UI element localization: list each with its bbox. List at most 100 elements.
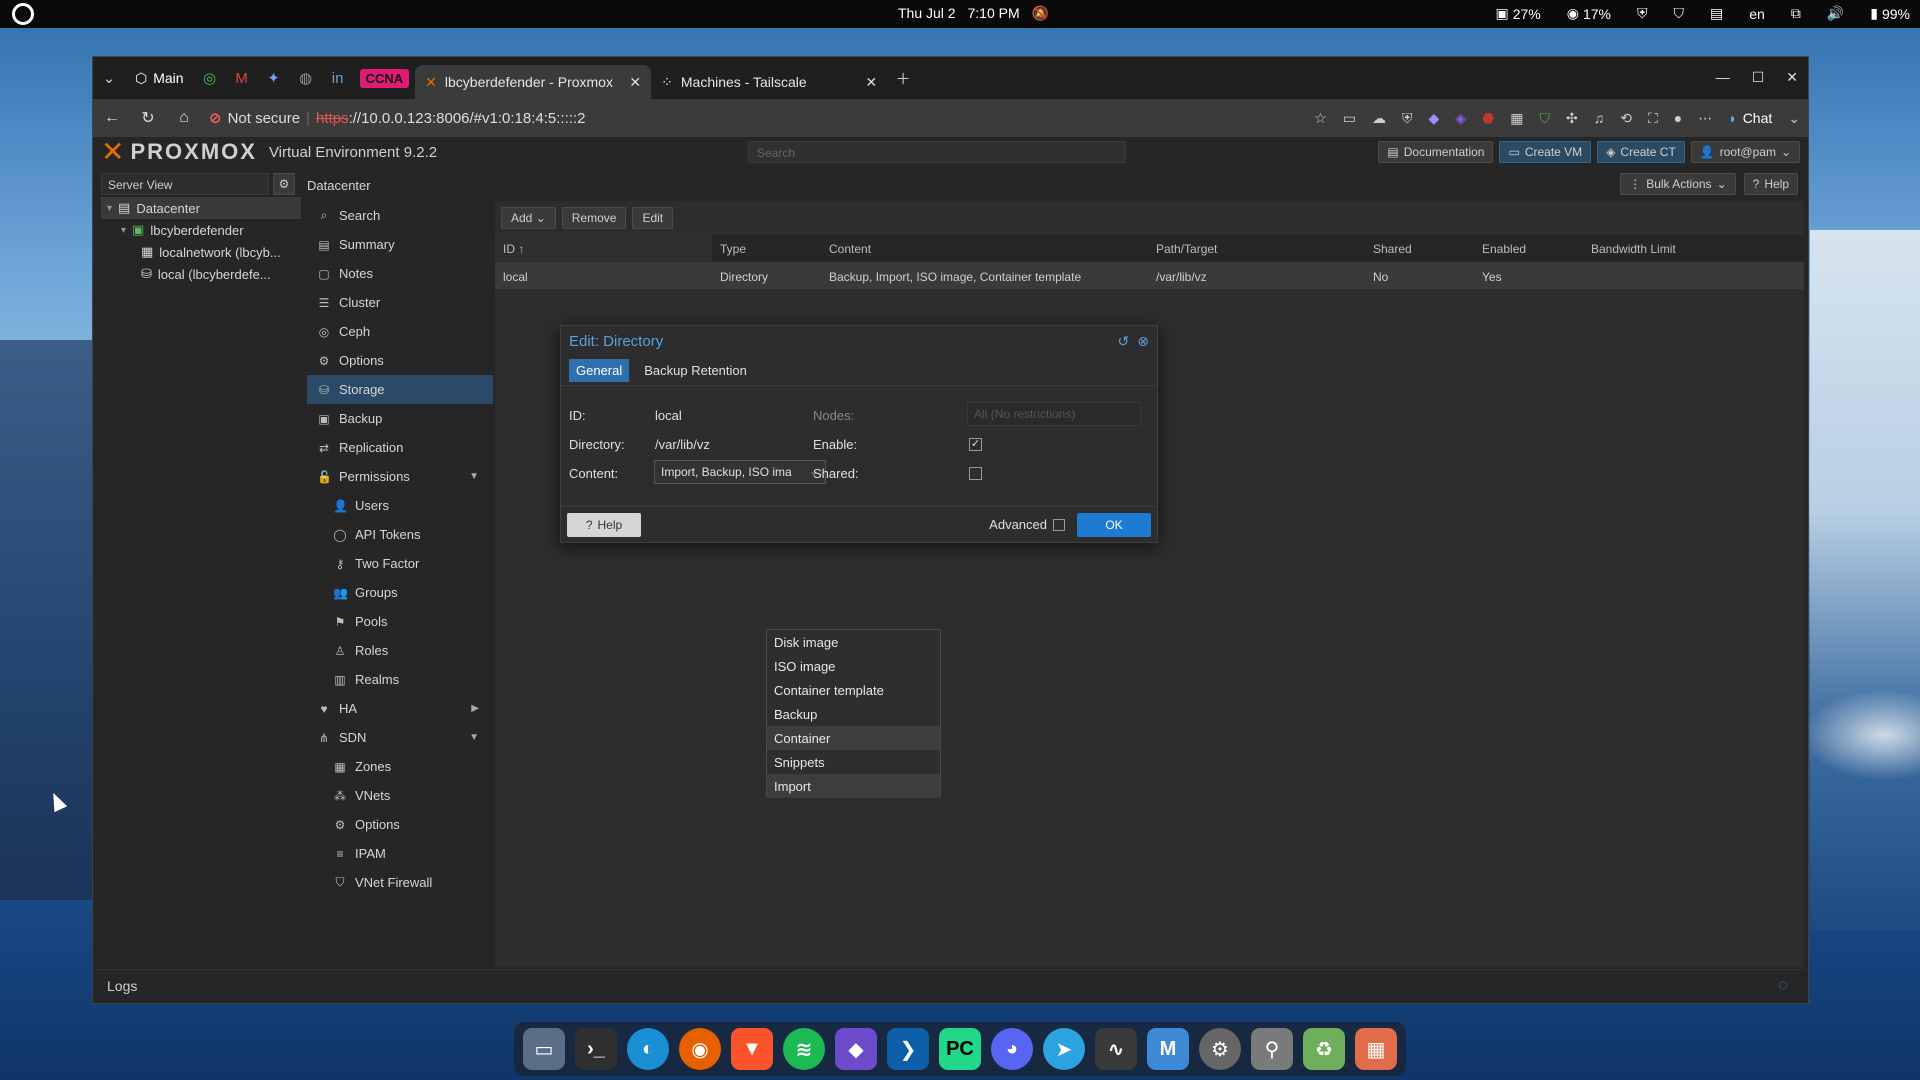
menu-item-realms[interactable]: ▥ Realms	[307, 665, 493, 694]
close-tab-icon[interactable]: ✕	[629, 74, 641, 91]
user-menu-button[interactable]: 👤 root@pam ⌄	[1690, 141, 1800, 163]
col-id[interactable]: ID ↑	[495, 235, 712, 262]
new-tab-plus-icon[interactable]: ＋	[887, 62, 919, 94]
menu-item-cluster[interactable]: ☰ Cluster	[307, 288, 493, 317]
menu-item-ceph[interactable]: ◎ Ceph	[307, 317, 493, 346]
menu-item-two-factor[interactable]: ⚷ Two Factor	[307, 549, 493, 578]
bitwarden-icon[interactable]: ⛨	[1637, 5, 1648, 22]
expand-down-icon[interactable]: ▼	[469, 732, 479, 743]
content-option-iso-image[interactable]: ISO image	[767, 654, 940, 678]
content-option-disk-image[interactable]: Disk image	[767, 630, 940, 654]
usb-icon[interactable]: ⚲	[1251, 1028, 1293, 1070]
content-option-container[interactable]: Container	[767, 726, 940, 750]
messenger-pinned-icon[interactable]: ◍	[290, 62, 322, 94]
home-icon[interactable]: ⌂	[173, 109, 195, 127]
bitwarden-ext-icon[interactable]: ⛨	[1402, 110, 1413, 127]
col-enabled[interactable]: Enabled	[1474, 235, 1583, 262]
files-icon[interactable]: ▭	[523, 1028, 565, 1070]
refresh-icon[interactable]: ◌	[1778, 977, 1788, 995]
col-path[interactable]: Path/Target	[1148, 235, 1365, 262]
stacer-icon[interactable]: M	[1147, 1028, 1189, 1070]
minimize-icon[interactable]: —	[1716, 69, 1730, 86]
col-type[interactable]: Type	[712, 235, 821, 262]
global-search-input[interactable]: Search	[748, 141, 1126, 163]
profile-avatar[interactable]: ●	[1674, 110, 1682, 126]
history-icon[interactable]: ⟲	[1620, 110, 1632, 127]
back-icon[interactable]: ←	[101, 109, 123, 127]
menu-item-vnets[interactable]: ⁂ VNets	[307, 781, 493, 810]
menu-item-permissions[interactable]: 🔓 Permissions ▼	[307, 462, 493, 491]
dialog-help-button[interactable]: ? Help	[567, 513, 641, 537]
tab-proxmox[interactable]: ✕ lbcyberdefender - Proxmox ✕	[415, 65, 652, 99]
close-tab-icon[interactable]: ✕	[865, 74, 877, 91]
tree-storage[interactable]: ⛁ local (lbcyberdefe...	[101, 263, 301, 285]
chat-button[interactable]: ◗ Chat	[1728, 110, 1772, 126]
brave-icon[interactable]: ▼	[731, 1028, 773, 1070]
screenshot-icon[interactable]: ⛶	[1648, 110, 1658, 127]
firefox-icon[interactable]: ◉	[679, 1028, 721, 1070]
mem-indicator[interactable]: ◉ 17%	[1567, 5, 1611, 22]
ublock-ext-icon[interactable]: ⬣	[1482, 110, 1494, 127]
advanced-checkbox[interactable]	[1053, 518, 1065, 531]
menu-item-options[interactable]: ⚙ Options	[307, 346, 493, 375]
content-option-backup[interactable]: Backup	[767, 702, 940, 726]
close-icon[interactable]: ⊗	[1137, 333, 1149, 350]
language-indicator[interactable]: en	[1749, 6, 1765, 22]
clipboard-icon[interactable]: ▤	[1710, 5, 1723, 22]
cloud-icon[interactable]: ☁	[1372, 110, 1386, 127]
system-monitor-icon[interactable]: ∿	[1095, 1028, 1137, 1070]
discord-icon[interactable]: ◕	[991, 1028, 1033, 1070]
linkedin-pinned-icon[interactable]: in	[322, 62, 354, 94]
menu-item-notes[interactable]: ▢ Notes	[307, 259, 493, 288]
advanced-toggle[interactable]: Advanced	[989, 517, 1065, 532]
media-icon[interactable]: ♫	[1594, 110, 1605, 126]
trash-icon[interactable]: ♻	[1303, 1028, 1345, 1070]
ccna-pinned-tab[interactable]: CCNA	[359, 68, 410, 88]
menu-item-sdn[interactable]: ⋔ SDN ▼	[307, 723, 493, 752]
ai-ext-icon[interactable]: ◈	[1455, 110, 1466, 127]
menu-item-ipam[interactable]: ≡ IPAM	[307, 839, 493, 868]
col-bandwidth[interactable]: Bandwidth Limit	[1583, 235, 1804, 262]
wallet-ext-icon[interactable]: ▦	[1510, 110, 1523, 127]
spotify-icon[interactable]: ≋	[783, 1028, 825, 1070]
settings-icon[interactable]: ⚙	[1199, 1028, 1241, 1070]
ok-button[interactable]: OK	[1077, 513, 1151, 537]
close-window-icon[interactable]: ✕	[1786, 69, 1798, 86]
edge-icon[interactable]: ◐	[627, 1028, 669, 1070]
obsidian-icon[interactable]: ◆	[835, 1028, 877, 1070]
proton-ext-icon[interactable]: ◆	[1428, 110, 1439, 127]
shared-checkbox[interactable]	[969, 467, 982, 480]
help-button[interactable]: ? Help	[1743, 173, 1798, 195]
col-content[interactable]: Content	[821, 235, 1148, 262]
col-shared[interactable]: Shared	[1365, 235, 1474, 262]
table-row[interactable]: local Directory Backup, Import, ISO imag…	[495, 263, 1804, 289]
terminal-icon[interactable]: ›_	[575, 1028, 617, 1070]
url-field[interactable]: ⊘ Not secure | https://10.0.0.123:8006/#…	[209, 104, 585, 132]
battery-indicator[interactable]: ▮ 99%	[1870, 5, 1910, 22]
logs-panel[interactable]: Logs ◌	[97, 969, 1804, 1001]
vscode-icon[interactable]: ❯	[887, 1028, 929, 1070]
reload-icon[interactable]: ↻	[137, 108, 159, 128]
menu-item-pools[interactable]: ⚑ Pools	[307, 607, 493, 636]
tab-tailscale[interactable]: ⁘ Machines - Tailscale ✕	[651, 65, 887, 99]
gemini-pinned-icon[interactable]: ✦	[258, 62, 290, 94]
telegram-icon[interactable]: ➤	[1043, 1028, 1085, 1070]
menu-item-replication[interactable]: ⇄ Replication	[307, 433, 493, 462]
content-option-container-template[interactable]: Container template	[767, 678, 940, 702]
more-menu-icon[interactable]: ⋯	[1698, 110, 1712, 127]
menu-item-api-tokens[interactable]: ◯ API Tokens	[307, 520, 493, 549]
chevron-down-icon[interactable]: ⌄	[1788, 110, 1800, 127]
content-select[interactable]: Import, Backup, ISO ima ⌄	[654, 460, 826, 484]
gear-icon[interactable]: ⚙	[273, 173, 295, 195]
cast-icon[interactable]: ▭	[1343, 110, 1356, 127]
workspace-main[interactable]: ⬡ Main	[125, 63, 194, 93]
ubuntu-logo-icon[interactable]	[12, 3, 34, 25]
shield-ext-icon[interactable]: ⛉	[1539, 110, 1550, 127]
content-option-snippets[interactable]: Snippets	[767, 750, 940, 774]
tab-list-chevron-icon[interactable]: ⌄	[93, 62, 125, 94]
menu-item-options[interactable]: ⚙ Options	[307, 810, 493, 839]
maximize-icon[interactable]: ☐	[1752, 69, 1765, 86]
tab-general[interactable]: General	[569, 359, 630, 382]
bulk-actions-button[interactable]: ⋮ Bulk Actions ⌄	[1620, 173, 1736, 195]
cpu-indicator[interactable]: ▣ 27%	[1495, 5, 1540, 22]
